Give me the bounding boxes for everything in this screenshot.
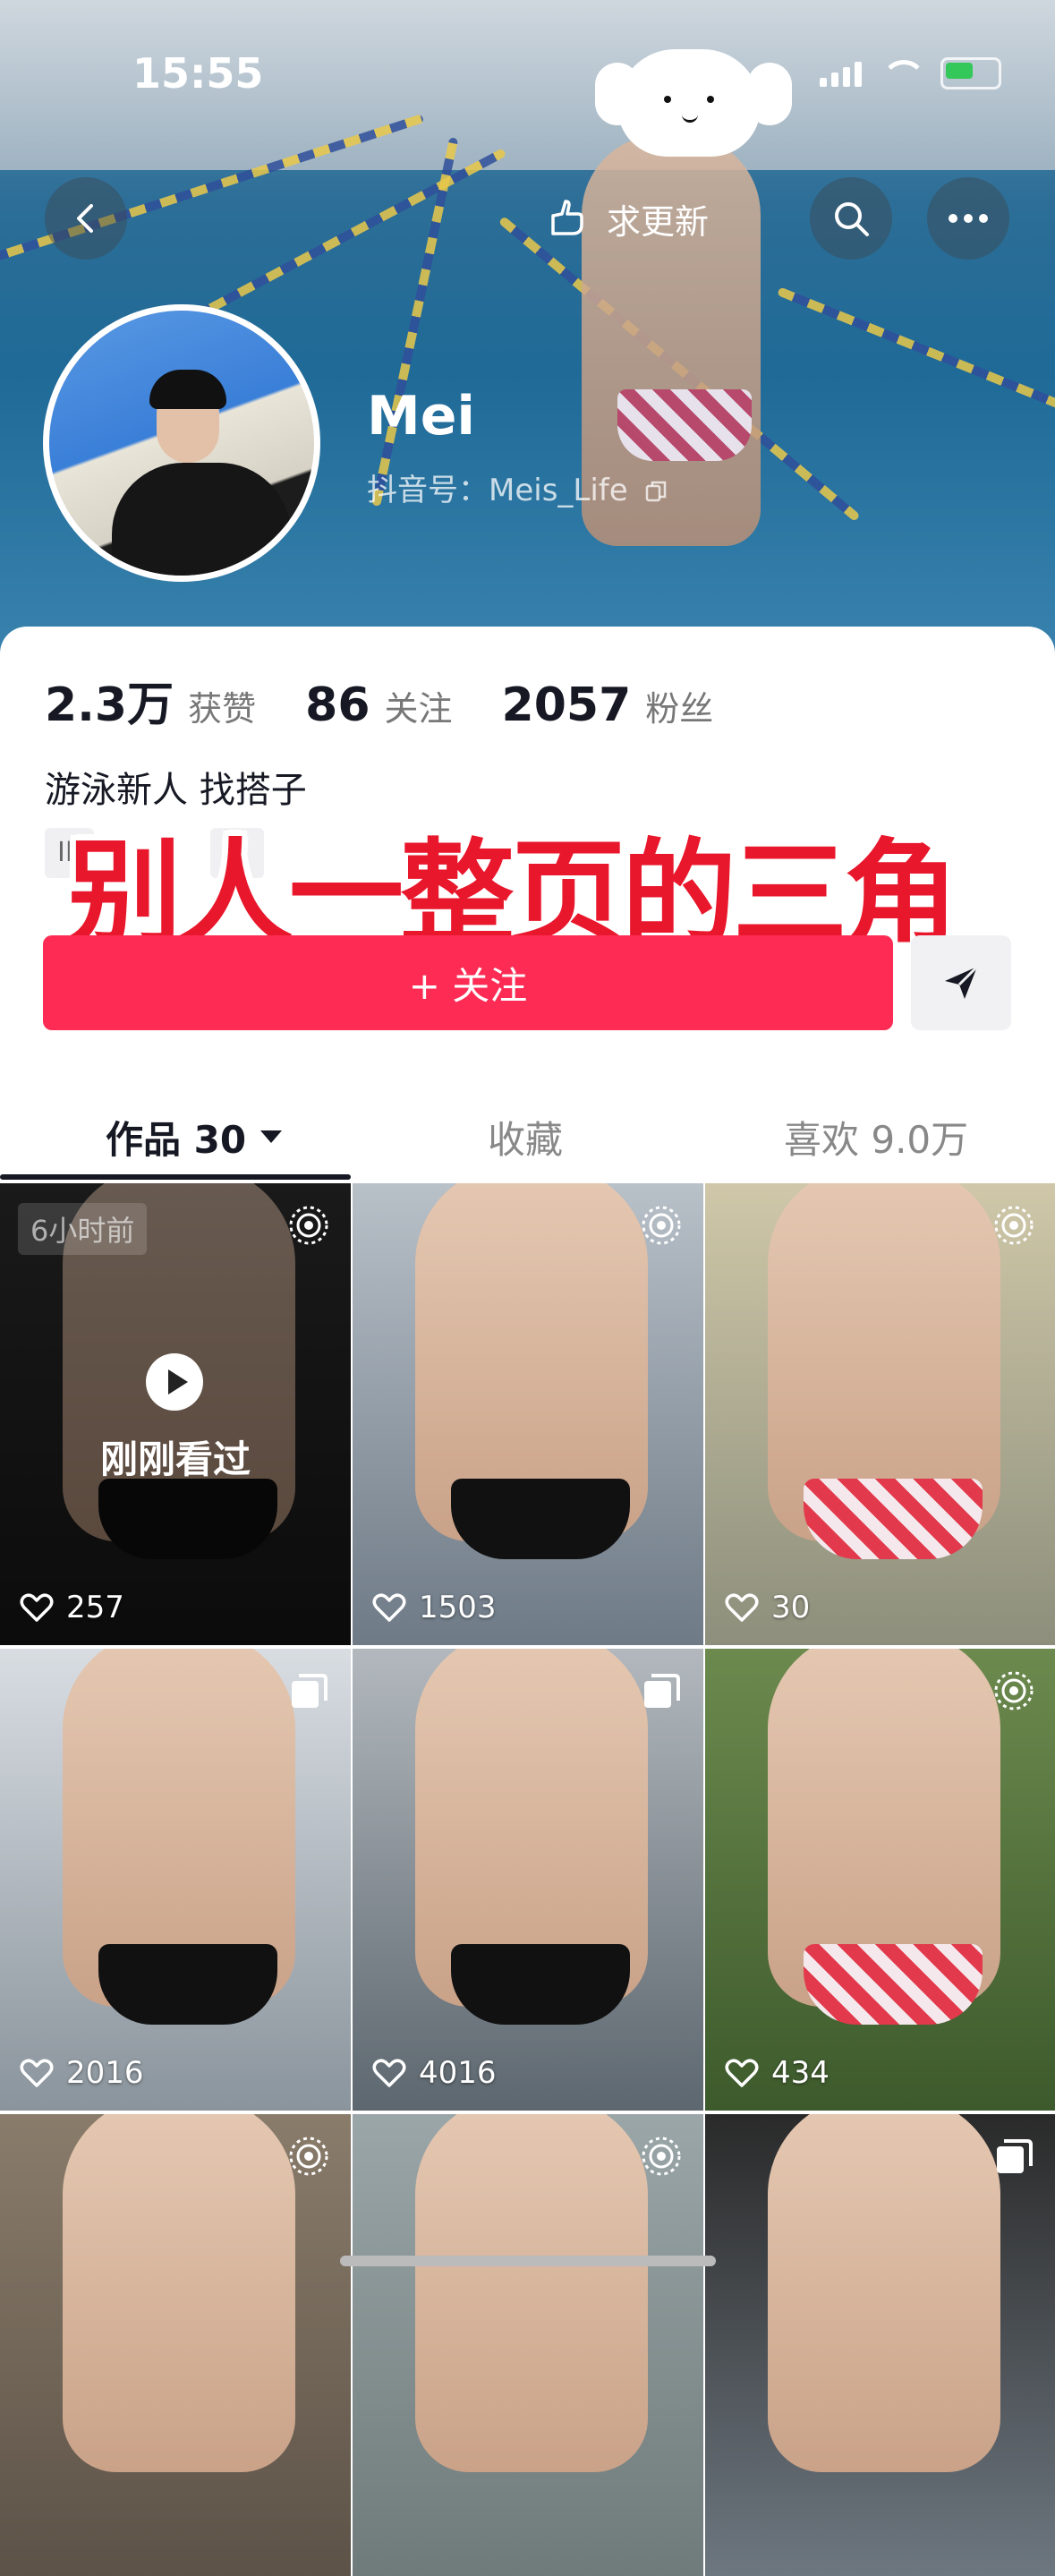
like-count-value: 1503 xyxy=(419,1590,497,1625)
video-tile[interactable] xyxy=(353,2114,703,2576)
douyin-id-text: 抖音号：Meis_Life xyxy=(367,473,628,508)
heart-outline-icon xyxy=(20,2059,54,2087)
heart-outline-icon xyxy=(372,2059,406,2087)
like-count: 4016 xyxy=(372,2055,497,2091)
stat-value: 86 xyxy=(305,678,370,732)
video-tile[interactable]: 2016 xyxy=(0,1649,351,2111)
video-thumbnail-subject xyxy=(415,2114,648,2472)
wifi-icon xyxy=(881,60,926,87)
video-thumbnail-trunks xyxy=(98,1944,277,2025)
send-icon xyxy=(945,965,979,999)
profile-name: Mei xyxy=(367,385,475,448)
avatar[interactable] xyxy=(43,304,320,582)
more-dots-icon xyxy=(949,214,988,223)
search-icon xyxy=(835,202,869,236)
video-tile[interactable] xyxy=(705,2114,1055,2576)
status-time: 15:55 xyxy=(132,49,264,98)
lane-rope xyxy=(777,286,1055,436)
like-count: 2016 xyxy=(20,2055,144,2091)
request-update-label: 求更新 xyxy=(607,201,710,242)
tab-collections[interactable]: 收藏 xyxy=(488,1092,563,1181)
tab-works-label: 作品 30 xyxy=(106,1117,247,1162)
video-grid: 刚刚看过 6小时前 257 1503 30 2016 4016 434 xyxy=(0,1183,1055,2576)
like-count-value: 30 xyxy=(771,1590,811,1625)
video-tile[interactable] xyxy=(0,2114,351,2576)
tab-indicator xyxy=(0,1174,351,1180)
stat-followers[interactable]: 2057 粉丝 xyxy=(502,678,714,732)
stat-value: 2.3万 xyxy=(45,678,174,732)
request-update-button[interactable]: 求更新 xyxy=(546,177,796,260)
tab-likes-label: 喜欢 9.0万 xyxy=(784,1117,969,1162)
like-count: 30 xyxy=(725,1590,810,1625)
like-count-value: 257 xyxy=(66,1590,124,1625)
stat-likes-received[interactable]: 2.3万 获赞 xyxy=(45,667,256,734)
like-count-value: 4016 xyxy=(419,2055,497,2091)
more-button[interactable] xyxy=(927,177,1009,260)
back-button[interactable] xyxy=(45,177,127,260)
cover-trunks xyxy=(617,389,752,461)
like-count: 434 xyxy=(725,2055,830,2091)
search-button[interactable] xyxy=(810,177,892,260)
dog-sticker-icon xyxy=(617,49,761,157)
like-count: 257 xyxy=(20,1590,124,1625)
pointing-hand-icon xyxy=(551,200,583,235)
tab-likes[interactable]: 喜欢 9.0万 xyxy=(784,1092,968,1181)
heart-outline-icon xyxy=(725,2059,759,2087)
video-thumbnail-subject xyxy=(768,2114,1000,2472)
stat-value: 2057 xyxy=(501,678,632,732)
video-thumbnail-trunks xyxy=(804,1479,983,1559)
follow-button[interactable]: + 关注 xyxy=(43,935,893,1030)
heart-outline-icon xyxy=(725,1593,759,1622)
tab-collections-label: 收藏 xyxy=(488,1117,564,1162)
stat-label: 获赞 xyxy=(188,689,257,729)
video-tile[interactable]: 434 xyxy=(705,1649,1055,2111)
battery-icon xyxy=(940,57,1001,90)
like-count: 1503 xyxy=(372,1590,497,1625)
copy-icon[interactable] xyxy=(643,479,668,504)
video-thumbnail-trunks xyxy=(804,1944,983,2025)
video-thumbnail-subject xyxy=(63,2114,295,2472)
video-tile[interactable]: 刚刚看过 6小时前 257 xyxy=(0,1183,351,1645)
video-tile[interactable]: 1503 xyxy=(353,1183,703,1645)
home-indicator xyxy=(340,2256,716,2266)
video-thumbnail-trunks xyxy=(451,1479,630,1559)
profile-stats: 2.3万 获赞 86 关注 2057 粉丝 xyxy=(45,667,713,734)
play-icon xyxy=(146,1353,203,1411)
caret-down-icon xyxy=(260,1130,283,1143)
heart-outline-icon xyxy=(372,1593,406,1622)
stat-label: 关注 xyxy=(384,689,453,729)
tab-works[interactable]: 作品 30 xyxy=(106,1092,283,1181)
profile-tabs: 作品 30 收藏 喜欢 9.0万 xyxy=(0,1092,1055,1181)
stat-following[interactable]: 86 关注 xyxy=(305,678,452,732)
douyin-id[interactable]: 抖音号：Meis_Life xyxy=(367,465,668,509)
seen-label: 刚刚看过 xyxy=(99,1437,251,1481)
video-tile[interactable]: 30 xyxy=(705,1183,1055,1645)
like-count-value: 434 xyxy=(771,2055,830,2091)
lane-rope xyxy=(371,137,459,508)
status-icons xyxy=(820,57,1001,90)
heart-outline-icon xyxy=(20,1593,54,1622)
like-count-value: 2016 xyxy=(66,2055,144,2091)
chevron-left-icon xyxy=(77,204,93,233)
message-button[interactable] xyxy=(911,935,1011,1030)
stat-label: 粉丝 xyxy=(645,689,714,729)
video-tile[interactable]: 4016 xyxy=(353,1649,703,2111)
follow-button-label: + 关注 xyxy=(408,963,528,1008)
time-tag: 6小时前 xyxy=(18,1203,148,1255)
video-thumbnail-trunks xyxy=(451,1944,630,2025)
cellular-signal-icon xyxy=(820,60,862,87)
